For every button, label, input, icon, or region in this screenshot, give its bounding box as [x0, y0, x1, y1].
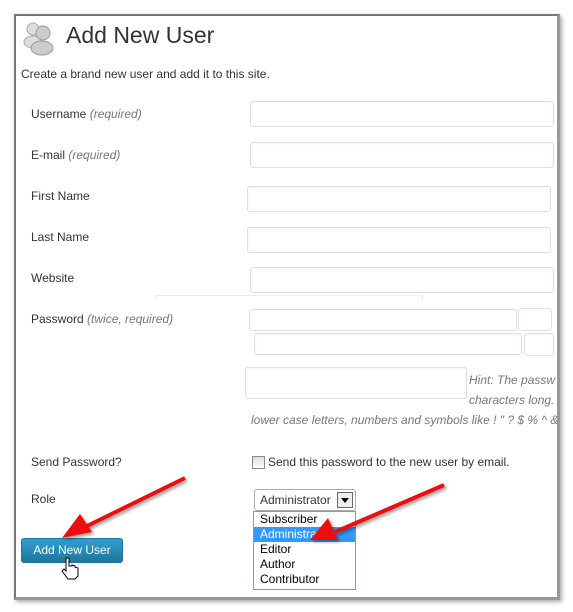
role-select[interactable]: Administrator: [254, 489, 356, 511]
username-label: Username (required): [31, 107, 142, 121]
last-name-input[interactable]: [247, 227, 551, 253]
website-input[interactable]: [250, 267, 554, 293]
password-input-extra: [518, 308, 552, 331]
page-description: Create a brand new user and add it to th…: [21, 67, 270, 81]
username-input[interactable]: [250, 101, 554, 127]
send-password-label: Send Password?: [31, 455, 122, 469]
password-hint-line2: characters long.: [469, 393, 555, 407]
send-password-checkbox[interactable]: [252, 456, 265, 469]
role-option-author[interactable]: Author: [254, 557, 355, 572]
role-label: Role: [31, 492, 56, 506]
password-input[interactable]: [249, 309, 517, 331]
role-selected-value: Administrator: [260, 493, 331, 507]
role-option-subscriber[interactable]: Subscriber: [254, 512, 355, 527]
password-label: Password (twice, required): [31, 312, 174, 326]
role-option-editor[interactable]: Editor: [254, 542, 355, 557]
send-password-checkbox-label[interactable]: Send this password to the new user by em…: [268, 455, 509, 469]
email-input[interactable]: [250, 142, 554, 168]
password-confirm-extra: [524, 333, 554, 356]
users-icon: [23, 22, 54, 56]
password-strength-indicator: [245, 367, 467, 399]
password-hint-line1: Hint: The passw: [469, 373, 556, 387]
first-name-label: First Name: [31, 189, 90, 203]
hand-cursor-icon: [61, 557, 79, 580]
password-confirm-input[interactable]: [254, 333, 522, 355]
email-label: E-mail (required): [31, 148, 121, 162]
role-dropdown-list: Subscriber Administrator Editor Author C…: [253, 511, 356, 590]
add-user-panel: Add New User Create a brand new user and…: [14, 14, 560, 600]
divider: [156, 295, 423, 301]
website-label: Website: [31, 271, 75, 285]
first-name-input[interactable]: [247, 186, 551, 212]
role-option-administrator[interactable]: Administrator: [254, 527, 355, 542]
chevron-down-icon[interactable]: [337, 492, 353, 508]
page-title: Add New User: [66, 22, 215, 48]
role-option-contributor[interactable]: Contributor: [254, 572, 355, 587]
password-hint-line3: lower case letters, numbers and symbols …: [251, 413, 559, 427]
last-name-label: Last Name: [31, 230, 90, 244]
